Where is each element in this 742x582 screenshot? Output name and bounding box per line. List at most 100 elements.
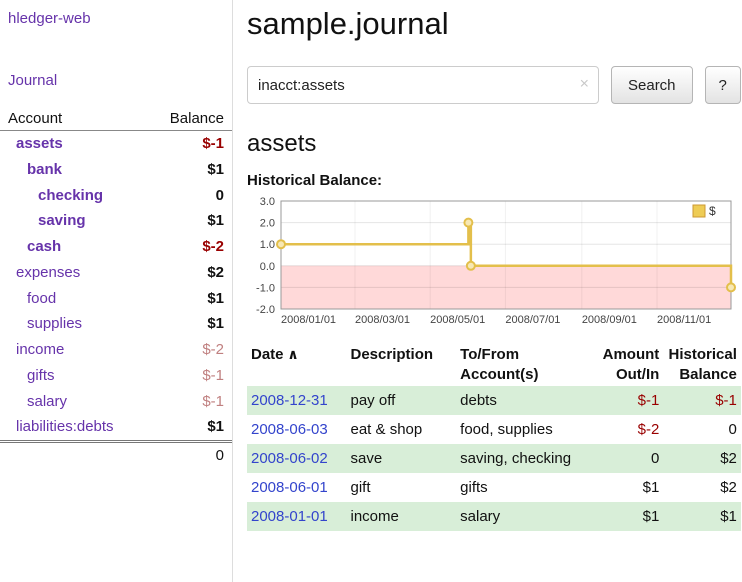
transaction-date-cell: 2008-06-03 [247, 415, 347, 444]
transaction-accounts: debts [456, 386, 590, 415]
transaction-date-cell: 2008-06-01 [247, 473, 347, 502]
accounts-table: Account Balance assets $-1 bank $1 checking 0… [0, 107, 232, 469]
chart-y-tick-label: 1.0 [260, 239, 275, 251]
accounts-header-row: Account Balance [0, 107, 232, 131]
chart-y-tick-label: -1.0 [256, 282, 275, 294]
chart-x-tick-label: 2008/09/01 [582, 314, 637, 326]
transaction-amount: $-2 [590, 415, 663, 444]
transaction-balance: $2 [663, 473, 741, 502]
account-balance: $-2 [147, 337, 232, 363]
account-row: salary $-1 [0, 389, 232, 415]
account-link[interactable]: supplies [27, 315, 82, 332]
transaction-row: 2008-06-03 eat & shopfood, supplies$-20 [247, 415, 741, 444]
account-row: expenses $2 [0, 260, 232, 286]
account-balance: $2 [147, 260, 232, 286]
account-link[interactable]: gifts [27, 367, 55, 384]
transaction-balance: 0 [663, 415, 741, 444]
transactions-header-row: Date ∧DescriptionTo/FromAccount(s)Amount… [247, 343, 741, 386]
column-header-balance: HistoricalBalance [663, 343, 741, 386]
account-link[interactable]: bank [27, 161, 62, 178]
chart-legend-label: $ [709, 204, 716, 218]
account-link[interactable]: assets [16, 135, 63, 152]
column-header-description: Description [347, 343, 457, 386]
app-title-link[interactable]: hledger-web [0, 10, 232, 27]
transaction-date-link[interactable]: 2008-06-03 [251, 421, 328, 438]
chart-point-marker [464, 219, 472, 227]
chart-x-tick-label: 2008/01/01 [281, 314, 336, 326]
account-row: assets $-1 [0, 131, 232, 157]
chart-x-tick-label: 2008/05/01 [430, 314, 485, 326]
account-link[interactable]: expenses [16, 264, 80, 281]
chart-x-tick-label: 2008/03/01 [355, 314, 410, 326]
column-header-date[interactable]: Date ∧ [247, 343, 347, 386]
account-balance: $1 [147, 286, 232, 312]
account-row: cash $-2 [0, 234, 232, 260]
chart-y-tick-label: 2.0 [260, 218, 275, 230]
account-balance: $1 [147, 311, 232, 337]
account-row: saving$1 [0, 208, 232, 234]
account-row: food $1 [0, 286, 232, 312]
transaction-date-link[interactable]: 2008-12-31 [251, 392, 328, 409]
search-box: × [247, 66, 599, 104]
account-row: supplies $1 [0, 311, 232, 337]
account-link[interactable]: liabilities:debts [16, 418, 114, 435]
account-link[interactable]: saving [38, 212, 86, 229]
chart-x-tick-label: 2008/07/01 [505, 314, 560, 326]
sidebar-item-journal[interactable]: Journal [0, 72, 232, 89]
account-row: income $-2 [0, 337, 232, 363]
search-button[interactable]: Search [611, 66, 693, 104]
transaction-date-link[interactable]: 2008-06-01 [251, 479, 328, 496]
account-row: gifts$-1 [0, 363, 232, 389]
hledger-web-app: hledger-web Journal Account Balance asse… [0, 0, 742, 582]
transaction-balance: $2 [663, 444, 741, 473]
transaction-row: 2008-01-01incomesalary$1$1 [247, 502, 741, 531]
account-balance: $-1 [147, 131, 232, 157]
accounts-total-value: 0 [147, 442, 232, 469]
account-balance: $-1 [147, 389, 232, 415]
search-form: × Search ? [247, 66, 741, 104]
account-balance: $1 [147, 414, 232, 441]
account-link[interactable]: income [16, 341, 64, 358]
accounts-table-body: assets$-1bank$1checking0saving$1cash$-2e… [0, 131, 232, 442]
transaction-row: 2008-06-02savesaving, checking0$2 [247, 444, 741, 473]
chart-legend-swatch [693, 205, 705, 217]
account-link[interactable]: food [27, 290, 56, 307]
transaction-row: 2008-12-31pay offdebts$-1$-1 [247, 386, 741, 415]
transaction-amount: $1 [590, 502, 663, 531]
account-row: bank $1 [0, 157, 232, 183]
clear-search-icon[interactable]: × [580, 76, 589, 94]
chart-y-tick-label: 0.0 [260, 261, 275, 273]
account-row: liabilities:debts $1 [0, 414, 232, 441]
account-balance: 0 [147, 183, 232, 209]
transaction-amount: $-1 [590, 386, 663, 415]
transaction-balance: $-1 [663, 386, 741, 415]
sidebar: hledger-web Journal Account Balance asse… [0, 0, 233, 582]
search-input[interactable] [247, 66, 599, 104]
transaction-description: eat & shop [347, 415, 457, 444]
transaction-date-cell: 2008-12-31 [247, 386, 347, 415]
chart-title: Historical Balance: [247, 172, 741, 189]
chart-y-tick-label: -2.0 [256, 304, 275, 316]
account-link[interactable]: salary [27, 393, 67, 410]
account-link[interactable]: cash [27, 238, 61, 255]
account-row: checking 0 [0, 183, 232, 209]
transaction-date-link[interactable]: 2008-01-01 [251, 508, 328, 525]
transactions-table-body: 2008-12-31pay offdebts$-1$-12008-06-03ea… [247, 386, 741, 531]
help-button[interactable]: ? [705, 66, 741, 104]
accounts-total-spacer [0, 442, 147, 469]
chart-x-tick-label: 2008/11/01 [657, 314, 711, 326]
chart-y-tick-label: 3.0 [260, 196, 275, 208]
transaction-description: pay off [347, 386, 457, 415]
transaction-date-link[interactable]: 2008-06-02 [251, 450, 328, 467]
transaction-description: save [347, 444, 457, 473]
account-link[interactable]: checking [38, 187, 103, 204]
transaction-accounts: saving, checking [456, 444, 590, 473]
transaction-accounts: food, supplies [456, 415, 590, 444]
column-header-amount: AmountOut/In [590, 343, 663, 386]
account-balance: $-2 [147, 234, 232, 260]
section-heading-assets: assets [247, 130, 741, 158]
account-balance: $1 [147, 157, 232, 183]
historical-balance-chart: 3.0 2.0 1.0 0.0 -1.0 -2.0 2008/01/01 2008/03/01… [247, 195, 737, 327]
page-title: sample.journal [247, 6, 741, 42]
transaction-date-cell: 2008-01-01 [247, 502, 347, 531]
